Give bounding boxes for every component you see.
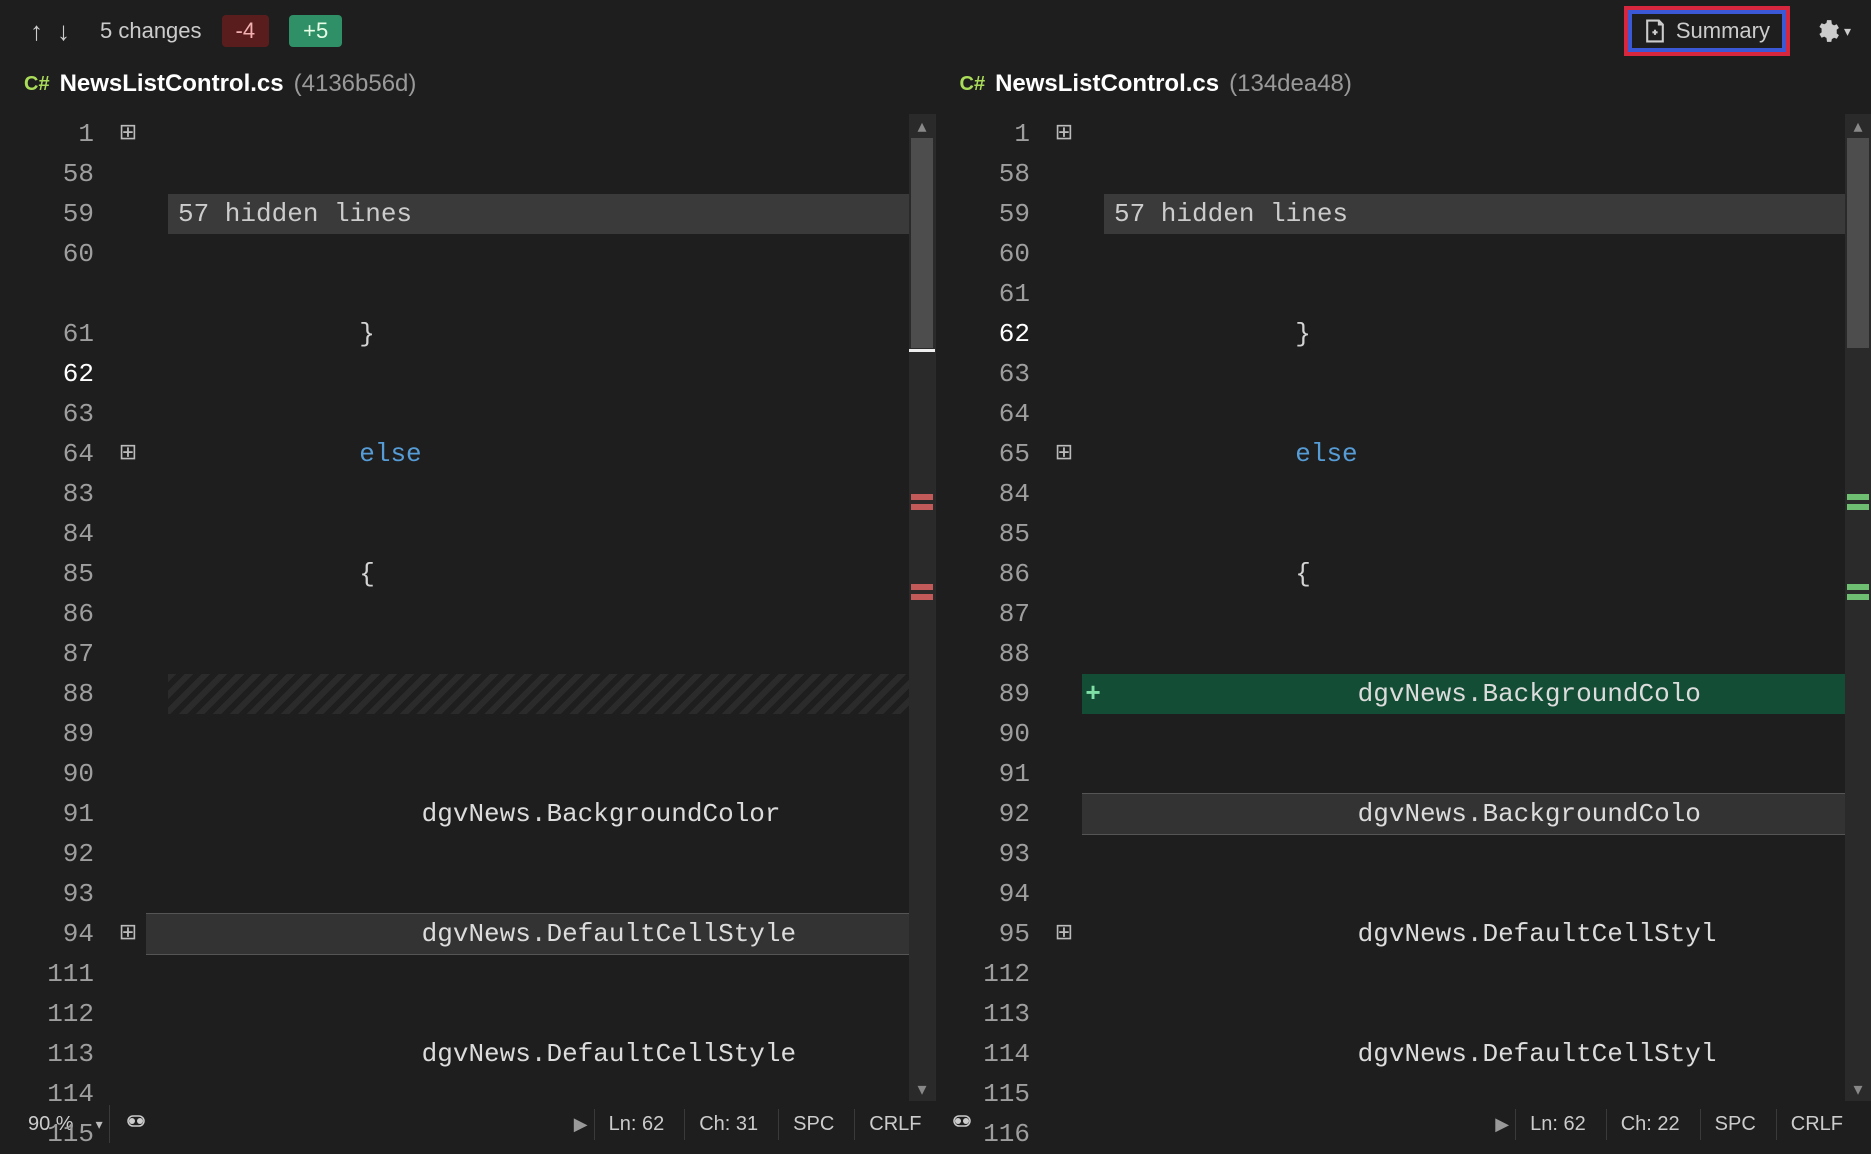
hidden-lines-bar[interactable]: 57 hidden lines bbox=[1104, 194, 1845, 234]
hidden-lines-bar[interactable]: 57 hidden lines bbox=[168, 194, 909, 234]
gap-placeholder bbox=[168, 674, 909, 714]
changes-count: 5 changes bbox=[100, 18, 202, 44]
scroll-down-icon[interactable]: ▾ bbox=[1845, 1077, 1871, 1101]
h-scroll-chevron-icon[interactable]: ▶ bbox=[1495, 1114, 1509, 1135]
h-scroll-chevron-icon[interactable]: ▶ bbox=[574, 1114, 588, 1135]
right-diff-pane[interactable]: 1 58 59 60 61 62 63 64 65 84 85 86 87 88… bbox=[935, 114, 1871, 1101]
expand-icon[interactable]: ⊞ bbox=[110, 914, 146, 954]
csharp-icon: C# bbox=[24, 73, 50, 96]
gear-icon bbox=[1814, 18, 1840, 44]
right-fold-column: ⊞ ⊞ ⊞ bbox=[1046, 114, 1082, 1101]
expand-icon[interactable]: ⊞ bbox=[110, 434, 146, 474]
right-file-hash: (134dea48) bbox=[1229, 70, 1352, 98]
expand-icon[interactable]: ⊞ bbox=[110, 114, 146, 154]
left-scrollbar[interactable]: ▴ ▾ bbox=[909, 114, 935, 1101]
right-file-name: NewsListControl.cs bbox=[995, 70, 1219, 98]
scroll-thumb[interactable] bbox=[911, 138, 933, 348]
left-file-hash: (4136b56d) bbox=[294, 70, 417, 98]
expand-icon[interactable]: ⊞ bbox=[1046, 434, 1082, 474]
expand-icon[interactable]: ⊞ bbox=[1046, 914, 1082, 954]
status-line[interactable]: Ln: 62 bbox=[594, 1109, 679, 1140]
right-code[interactable]: 57 hidden lines } else { + dgvNews.Backg… bbox=[1082, 114, 1845, 1101]
status-eol[interactable]: CRLF bbox=[1776, 1109, 1857, 1140]
settings-caret-icon: ▾ bbox=[1844, 23, 1851, 40]
scroll-thumb[interactable] bbox=[1847, 138, 1869, 348]
expand-icon[interactable]: ⊞ bbox=[1046, 114, 1082, 154]
status-eol[interactable]: CRLF bbox=[854, 1109, 935, 1140]
csharp-icon: C# bbox=[960, 73, 986, 96]
left-code[interactable]: 57 hidden lines } else { dgvNews.Backgro… bbox=[146, 114, 909, 1101]
summary-label: Summary bbox=[1676, 18, 1770, 44]
scroll-up-icon[interactable]: ▴ bbox=[1845, 114, 1871, 138]
left-file-header: C# NewsListControl.cs (4136b56d) bbox=[0, 62, 936, 114]
status-indent[interactable]: SPC bbox=[778, 1109, 848, 1140]
right-gutter: 1 58 59 60 61 62 63 64 65 84 85 86 87 88… bbox=[936, 114, 1046, 1101]
prev-change-button[interactable]: ↑ bbox=[30, 18, 43, 44]
scroll-up-icon[interactable]: ▴ bbox=[909, 114, 935, 138]
zoom-caret-icon[interactable]: ▾ bbox=[96, 1116, 103, 1133]
right-scrollbar[interactable]: ▴ ▾ bbox=[1845, 114, 1871, 1101]
diff-toolbar: ↑ ↓ 5 changes -4 +5 Summary ▾ bbox=[0, 0, 1871, 62]
removed-count-chip: -4 bbox=[222, 15, 270, 47]
left-gutter: 1 58 59 60 61 62 63 64 83 84 85 86 87 88… bbox=[0, 114, 110, 1101]
status-indent[interactable]: SPC bbox=[1700, 1109, 1770, 1140]
left-diff-pane[interactable]: 1 58 59 60 61 62 63 64 83 84 85 86 87 88… bbox=[0, 114, 935, 1101]
summary-icon bbox=[1644, 18, 1666, 44]
summary-button[interactable]: Summary bbox=[1628, 10, 1786, 52]
status-col[interactable]: Ch: 22 bbox=[1606, 1109, 1694, 1140]
left-fold-column: ⊞ ⊞ ⊞ bbox=[110, 114, 146, 1101]
scroll-down-icon[interactable]: ▾ bbox=[909, 1077, 935, 1101]
status-line[interactable]: Ln: 62 bbox=[1515, 1109, 1600, 1140]
right-file-header: C# NewsListControl.cs (134dea48) bbox=[936, 62, 1871, 114]
settings-button[interactable]: ▾ bbox=[1814, 18, 1851, 44]
added-count-chip: +5 bbox=[289, 15, 342, 47]
status-col[interactable]: Ch: 31 bbox=[684, 1109, 772, 1140]
next-change-button[interactable]: ↓ bbox=[57, 18, 70, 44]
left-file-name: NewsListControl.cs bbox=[60, 70, 284, 98]
